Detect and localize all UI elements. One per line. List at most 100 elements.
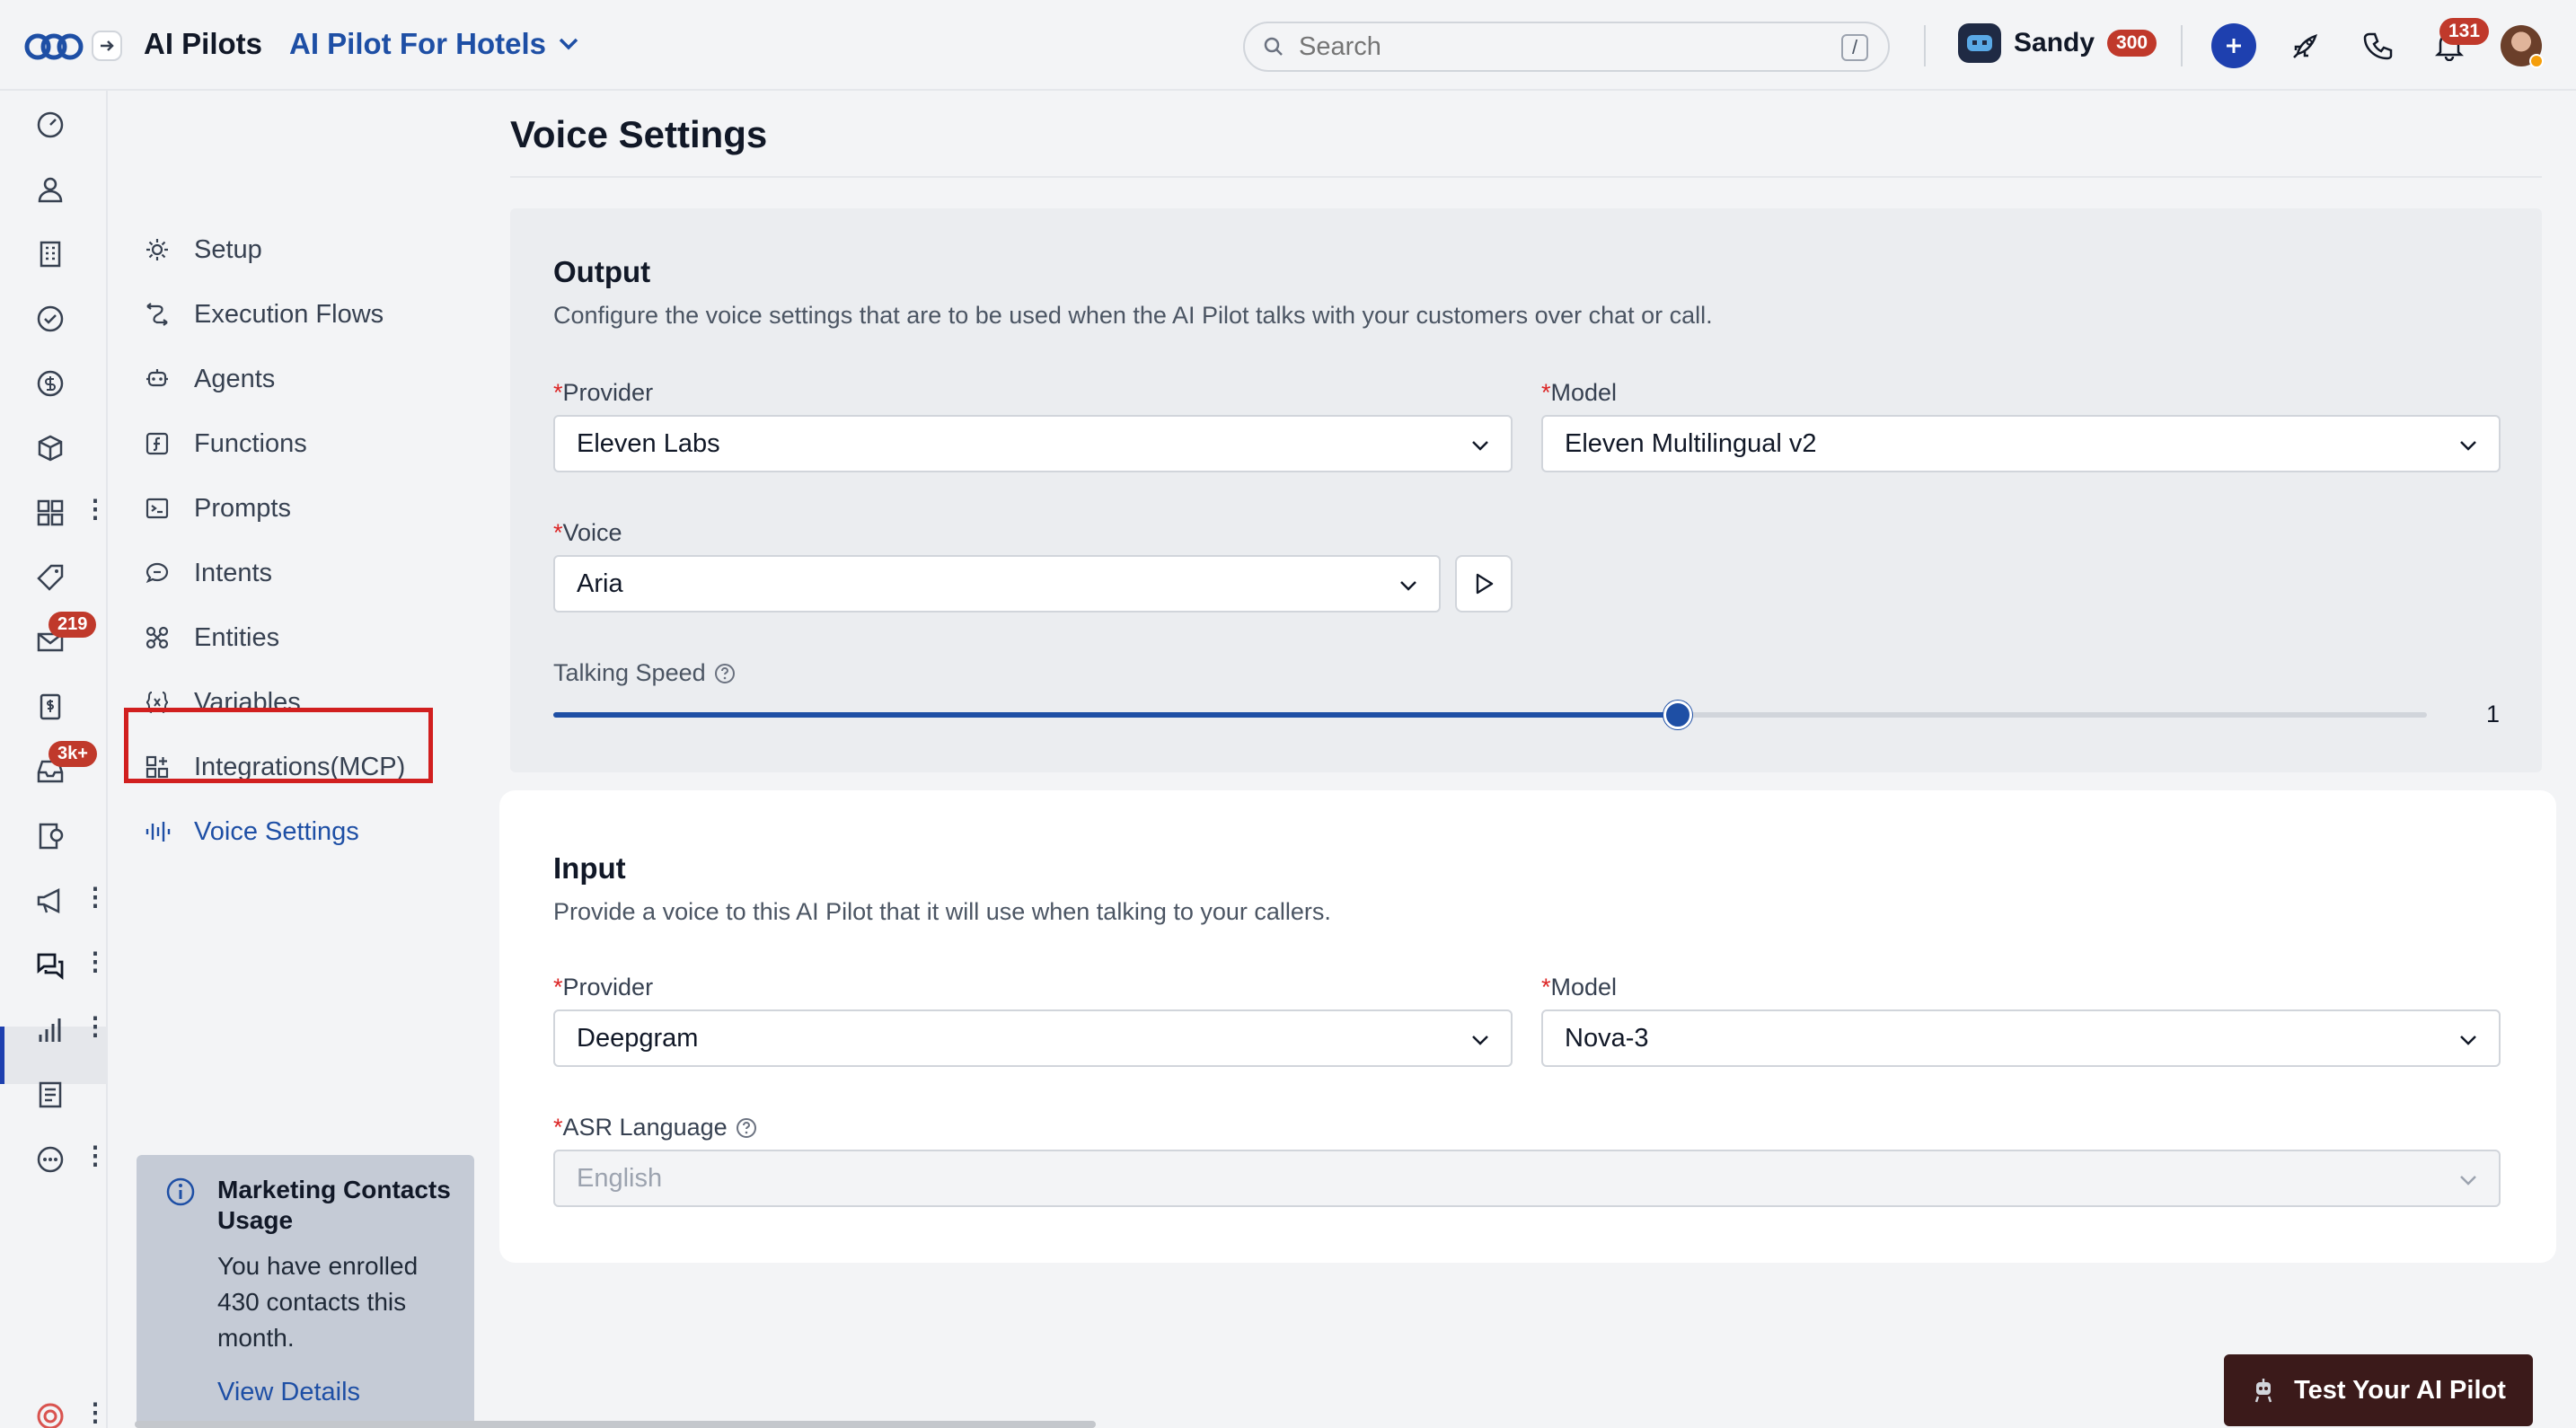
sidebar-item-prompts[interactable]: Prompts <box>142 486 291 531</box>
prompt-icon <box>142 493 172 524</box>
bot-avatar-icon <box>1958 23 2001 63</box>
talking-speed-label: Talking Speed <box>553 659 737 687</box>
more-vertical-icon[interactable]: ⋮ <box>83 1143 108 1168</box>
search-bar[interactable]: / <box>1243 22 1890 72</box>
select-value: Nova-3 <box>1565 1023 1649 1053</box>
input-provider-select[interactable]: Deepgram <box>553 1009 1513 1067</box>
expand-arrow-icon[interactable] <box>92 31 122 61</box>
sidebar-item-functions[interactable]: Functions <box>142 421 307 466</box>
tasks-check-icon[interactable] <box>27 295 74 342</box>
package-icon[interactable] <box>27 425 74 472</box>
user-name: Sandy <box>2014 28 2095 57</box>
inbox-badge: 3k+ <box>49 741 97 767</box>
megaphone-icon[interactable] <box>27 877 74 924</box>
view-details-link[interactable]: View Details <box>217 1378 360 1407</box>
sidebar-item-agents[interactable]: Agents <box>142 357 275 401</box>
slider-thumb[interactable] <box>1663 701 1692 729</box>
phone-icon[interactable] <box>2355 23 2400 68</box>
more-vertical-icon[interactable]: ⋮ <box>83 1014 108 1039</box>
talking-speed-value: 1 <box>2486 701 2501 727</box>
output-section: Output Configure the voice settings that… <box>510 208 2542 772</box>
provider-label: *Provider <box>553 974 654 1000</box>
help-circle-icon[interactable] <box>713 662 737 685</box>
divider <box>2181 25 2183 66</box>
sidebar-item-label: Prompts <box>194 493 291 523</box>
voice-wave-icon <box>142 816 172 847</box>
brand-logo-icon[interactable] <box>23 27 84 66</box>
test-ai-pilot-button[interactable]: Test Your AI Pilot <box>2224 1354 2533 1426</box>
user-avatar[interactable] <box>2501 25 2544 68</box>
provider-label: *Provider <box>553 379 654 406</box>
user-chip[interactable]: Sandy 300 <box>1958 23 2157 63</box>
chevron-down-icon <box>2460 441 2476 451</box>
user-credit-badge: 300 <box>2107 30 2157 57</box>
model-label: *Model <box>1541 974 1618 1000</box>
output-model-select[interactable]: Eleven Multilingual v2 <box>1541 415 2501 472</box>
section-title: Input <box>553 851 626 885</box>
bot-icon <box>2254 1379 2272 1403</box>
add-icon[interactable] <box>2211 23 2256 68</box>
rocket-icon[interactable] <box>2283 23 2328 68</box>
select-value: Aria <box>577 569 623 598</box>
search-input[interactable] <box>1299 31 1802 62</box>
mail-badge: 219 <box>49 612 97 638</box>
chevron-down-icon <box>2460 1176 2476 1186</box>
select-value: Eleven Labs <box>577 428 720 458</box>
help-lifebuoy-icon[interactable] <box>27 1393 74 1428</box>
reporting-bars-icon[interactable] <box>27 1007 74 1053</box>
search-shortcut-key: / <box>1841 34 1868 61</box>
flow-icon <box>142 299 172 330</box>
slider-fill <box>553 712 1678 718</box>
sidebar-item-label: Voice Settings <box>194 816 359 846</box>
select-value: Deepgram <box>577 1023 699 1053</box>
sidebar-item-voice-settings[interactable]: Voice Settings <box>142 809 359 854</box>
input-section: Input Provide a voice to this AI Pilot t… <box>512 803 2544 1250</box>
more-vertical-icon[interactable]: ⋮ <box>83 1400 108 1425</box>
asr-language-label: *ASR Language <box>553 1114 758 1142</box>
model-label: *Model <box>1541 379 1618 406</box>
sidebar-item-label: Setup <box>194 234 262 264</box>
chevron-down-icon <box>1400 581 1416 591</box>
voice-select[interactable]: Aria <box>553 555 1441 613</box>
chevron-down-icon <box>559 38 578 50</box>
more-vertical-icon[interactable]: ⋮ <box>83 885 108 910</box>
divider <box>510 176 2542 178</box>
sidebar-item-setup[interactable]: Setup <box>142 227 262 272</box>
payments-icon[interactable] <box>27 360 74 407</box>
sidebar-item-intents[interactable]: Intents <box>142 551 272 595</box>
contacts-icon[interactable] <box>27 166 74 213</box>
sidebar-item-execution-flows[interactable]: Execution Flows <box>142 292 384 337</box>
tag-icon[interactable] <box>27 554 74 601</box>
talking-speed-slider[interactable] <box>553 701 2427 729</box>
help-circle-icon[interactable] <box>735 1116 758 1140</box>
conversations-icon[interactable] <box>27 942 74 989</box>
reviews-icon[interactable] <box>27 813 74 859</box>
chevron-down-icon <box>2460 1036 2476 1045</box>
page-title: Voice Settings <box>510 113 768 155</box>
pilot-selector[interactable]: AI Pilot For Hotels <box>289 27 578 61</box>
notes-icon[interactable] <box>27 1071 74 1118</box>
more-horizontal-circle-icon[interactable] <box>27 1136 74 1183</box>
chevron-down-icon <box>1472 1036 1488 1045</box>
apps-grid-icon[interactable] <box>27 489 74 536</box>
status-dot <box>2529 54 2544 68</box>
horizontal-scrollbar[interactable] <box>135 1421 1096 1428</box>
more-vertical-icon[interactable]: ⋮ <box>83 949 108 974</box>
section-description: Configure the voice settings that are to… <box>553 302 1713 329</box>
usage-card-title: Marketing Contacts Usage <box>217 1176 451 1234</box>
output-provider-select[interactable]: Eleven Labs <box>553 415 1513 472</box>
intent-icon <box>142 558 172 588</box>
usage-card-body: You have enrolled 430 contacts this mont… <box>217 1252 419 1352</box>
notifications-badge: 131 <box>2439 18 2490 45</box>
section-description: Provide a voice to this AI Pilot that it… <box>553 898 1331 925</box>
play-voice-button[interactable] <box>1455 555 1513 613</box>
building-icon[interactable] <box>27 231 74 278</box>
sidebar-item-entities[interactable]: Entities <box>142 615 279 660</box>
input-model-select[interactable]: Nova-3 <box>1541 1009 2501 1067</box>
more-vertical-icon[interactable]: ⋮ <box>83 497 108 522</box>
dashboard-icon[interactable] <box>27 101 74 148</box>
sidebar-item-label: Agents <box>194 364 276 393</box>
sidebar-item-label: Functions <box>194 428 307 458</box>
active-item-highlight <box>124 708 433 783</box>
invoice-icon[interactable] <box>27 683 74 730</box>
